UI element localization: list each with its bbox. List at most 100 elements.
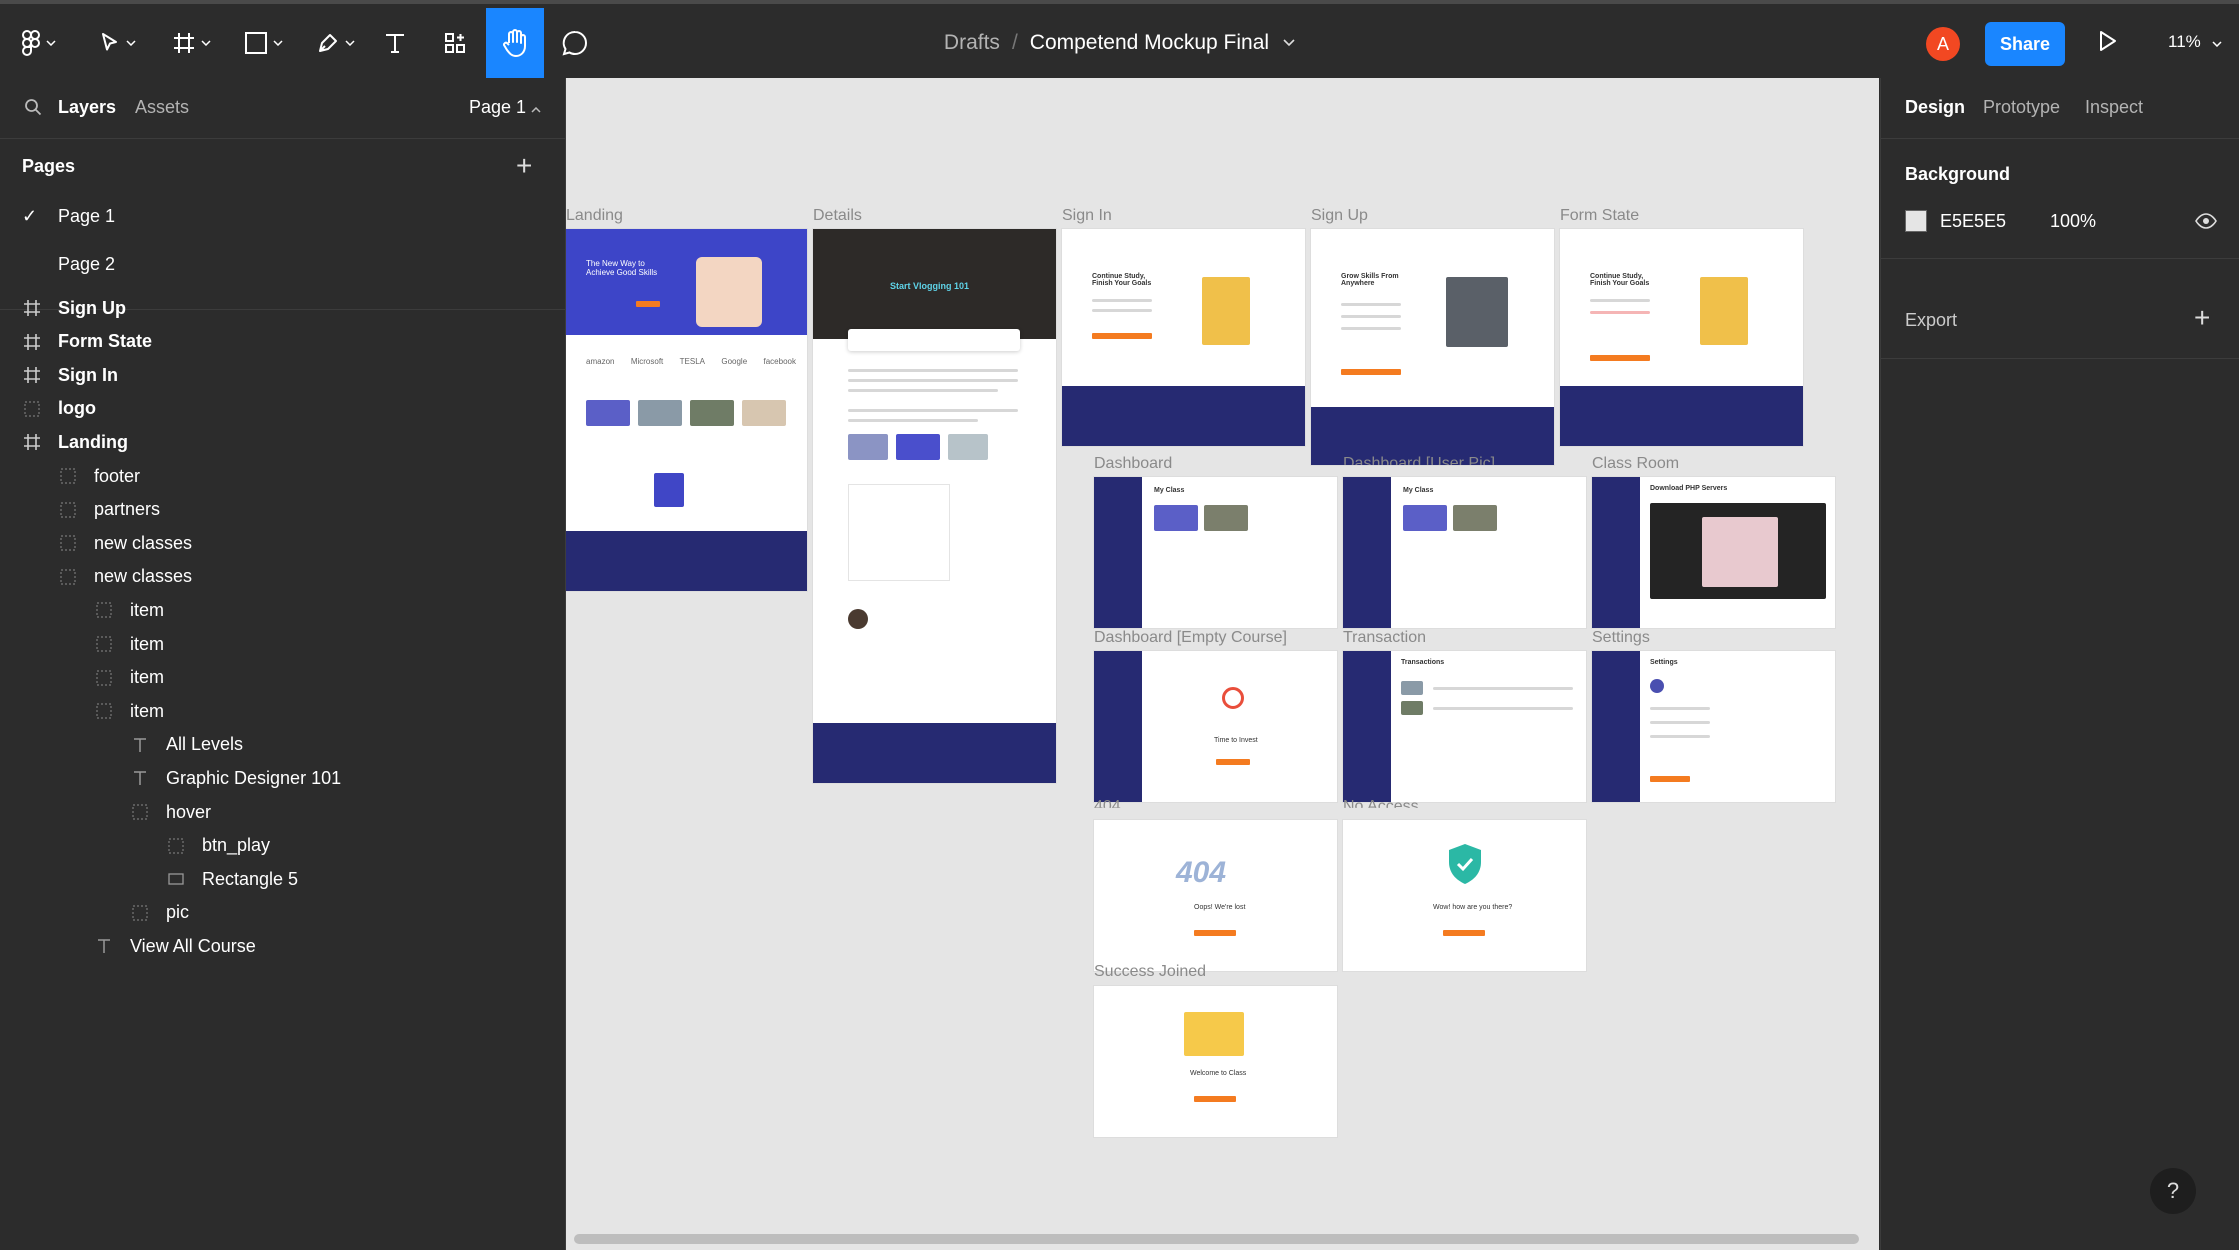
layer-item[interactable]: Rectangle 5 bbox=[0, 862, 565, 896]
signup-photo bbox=[1446, 277, 1508, 347]
transaction-row bbox=[1433, 687, 1573, 690]
present-button[interactable] bbox=[2098, 30, 2118, 57]
design-canvas[interactable]: Landing The New Way to Achieve Good Skil… bbox=[566, 78, 1879, 1250]
background-hex-input[interactable]: E5E5E5 bbox=[1940, 211, 2006, 232]
frame-label-sign-up[interactable]: Sign Up bbox=[1311, 207, 1368, 225]
frame-label-404[interactable]: 404 bbox=[1094, 798, 1121, 808]
frame-dashboard[interactable]: My Class bbox=[1094, 477, 1337, 628]
layer-item[interactable]: hover bbox=[0, 795, 565, 829]
text-line bbox=[848, 379, 1018, 382]
frame-no-access[interactable]: Wow! how are you there? bbox=[1343, 820, 1586, 971]
frame-label-class-room[interactable]: Class Room bbox=[1592, 455, 1679, 473]
layer-item[interactable]: All Levels bbox=[0, 728, 565, 762]
signup-heading: Grow Skills From Anywhere bbox=[1341, 273, 1399, 287]
frame-settings[interactable]: Settings bbox=[1592, 651, 1835, 802]
page-item-2[interactable]: Page 2 bbox=[0, 240, 565, 288]
layer-label: Rectangle 5 bbox=[202, 868, 299, 889]
frame-form-state[interactable]: Continue Study, Finish Your Goals bbox=[1560, 229, 1803, 446]
chevron-down-icon[interactable] bbox=[1283, 39, 1295, 47]
layer-item[interactable]: Landing bbox=[0, 425, 565, 459]
zoom-dropdown[interactable]: 11% bbox=[2168, 32, 2222, 52]
frame-label-sign-in[interactable]: Sign In bbox=[1062, 207, 1112, 225]
background-opacity-input[interactable]: 100% bbox=[2050, 211, 2096, 232]
partner-logo: amazon bbox=[586, 357, 615, 366]
search-icon[interactable] bbox=[24, 98, 42, 116]
page-selector[interactable]: Page 1 bbox=[469, 97, 541, 118]
transaction-row bbox=[1433, 707, 1573, 710]
layer-item[interactable]: Sign Up bbox=[0, 291, 565, 325]
zoom-value: 11% bbox=[2168, 32, 2201, 51]
frame-label-dashboard[interactable]: Dashboard bbox=[1094, 455, 1172, 473]
tab-inspect[interactable]: Inspect bbox=[2085, 97, 2143, 118]
frame-404[interactable]: 404 Oops! We're lost bbox=[1094, 820, 1337, 971]
my-class-title: My Class bbox=[1154, 487, 1185, 494]
layers-panel: Layers Assets Page 1 Pages + ✓ Page 1 Pa… bbox=[0, 78, 566, 1250]
page-selector-label: Page 1 bbox=[469, 97, 527, 117]
layer-item[interactable]: logo bbox=[0, 392, 565, 426]
layer-item[interactable]: item bbox=[0, 627, 565, 661]
background-color-swatch[interactable] bbox=[1905, 210, 1927, 232]
frame-label-dashboard-empty-course[interactable]: Dashboard [Empty Course] bbox=[1094, 629, 1287, 647]
text-icon bbox=[130, 768, 150, 788]
page-item-1[interactable]: ✓ Page 1 bbox=[0, 192, 565, 240]
frame-success-joined[interactable]: Welcome to Class bbox=[1094, 986, 1337, 1137]
frame-label-settings[interactable]: Settings bbox=[1592, 629, 1650, 647]
signin-submit bbox=[1092, 333, 1152, 339]
layer-item[interactable]: new classes bbox=[0, 560, 565, 594]
layer-item[interactable]: item bbox=[0, 694, 565, 728]
layer-item[interactable]: Sign In bbox=[0, 358, 565, 392]
right-panel-tabs: Design Prototype Inspect bbox=[1881, 78, 2239, 139]
my-class-title: My Class bbox=[1403, 487, 1434, 494]
frame-label-transaction[interactable]: Transaction bbox=[1343, 629, 1426, 647]
canvas-horizontal-scrollbar[interactable] bbox=[574, 1234, 1859, 1244]
share-button[interactable]: Share bbox=[1985, 22, 2065, 66]
frame-landing[interactable]: The New Way to Achieve Good Skills amazo… bbox=[566, 229, 807, 591]
tab-design[interactable]: Design bbox=[1905, 97, 1965, 118]
properties-panel: Design Prototype Inspect Background E5E5… bbox=[1880, 78, 2239, 1250]
frame-transaction[interactable]: Transactions bbox=[1343, 651, 1586, 802]
tab-assets[interactable]: Assets bbox=[135, 97, 189, 118]
frame-sign-up[interactable]: Grow Skills From Anywhere bbox=[1311, 229, 1554, 465]
frame-label-success-joined[interactable]: Success Joined bbox=[1094, 963, 1206, 981]
frame-label-form-state[interactable]: Form State bbox=[1560, 207, 1639, 225]
formstate-photo bbox=[1700, 277, 1748, 345]
layer-item[interactable]: Graphic Designer 101 bbox=[0, 761, 565, 795]
breadcrumb-drafts[interactable]: Drafts bbox=[944, 31, 1000, 55]
group-icon bbox=[130, 802, 150, 822]
layer-item[interactable]: new classes bbox=[0, 526, 565, 560]
group-icon bbox=[94, 668, 114, 688]
frame-sign-in[interactable]: Continue Study, Finish Your Goals bbox=[1062, 229, 1305, 446]
avatar[interactable]: A bbox=[1926, 27, 1960, 61]
layer-item[interactable]: footer bbox=[0, 459, 565, 493]
layer-label: btn_play bbox=[202, 835, 271, 856]
file-name[interactable]: Competend Mockup Final bbox=[1030, 31, 1269, 55]
eye-icon[interactable] bbox=[2195, 213, 2217, 229]
layer-item[interactable]: View All Course bbox=[0, 929, 565, 963]
tab-prototype[interactable]: Prototype bbox=[1983, 97, 2060, 118]
text-line bbox=[848, 409, 1018, 412]
layer-item[interactable]: pic bbox=[0, 896, 565, 930]
layer-item[interactable]: item bbox=[0, 593, 565, 627]
frame-details[interactable]: Start Vlogging 101 bbox=[813, 229, 1056, 783]
frame-dashboard-user-pic[interactable]: My Class bbox=[1343, 477, 1586, 628]
add-export-icon[interactable]: + bbox=[2194, 302, 2210, 334]
dashboard-sidebar bbox=[1094, 651, 1142, 802]
layer-item[interactable]: Form State bbox=[0, 325, 565, 359]
video-illustration bbox=[1702, 517, 1778, 587]
frame-label-no-access[interactable]: No Access bbox=[1343, 798, 1419, 808]
layer-item[interactable]: item bbox=[0, 661, 565, 695]
add-page-icon[interactable]: + bbox=[516, 150, 532, 182]
frame-class-room[interactable]: Download PHP Servers bbox=[1592, 477, 1835, 628]
frame-label-details[interactable]: Details bbox=[813, 207, 862, 225]
frame-label-landing[interactable]: Landing bbox=[566, 207, 623, 225]
group-icon bbox=[94, 634, 114, 654]
help-button[interactable]: ? bbox=[2150, 1168, 2196, 1214]
tab-layers[interactable]: Layers bbox=[58, 97, 116, 118]
empty-course-button bbox=[1216, 759, 1250, 765]
frame-label-dashboard-user-pic[interactable]: Dashboard [User Pic] bbox=[1343, 455, 1495, 465]
layer-item[interactable]: partners bbox=[0, 493, 565, 527]
layer-item[interactable]: btn_play bbox=[0, 829, 565, 863]
class-thumb bbox=[586, 400, 630, 426]
frame-dashboard-empty-course[interactable]: Time to Invest bbox=[1094, 651, 1337, 802]
chevron-down-icon bbox=[2211, 41, 2222, 48]
